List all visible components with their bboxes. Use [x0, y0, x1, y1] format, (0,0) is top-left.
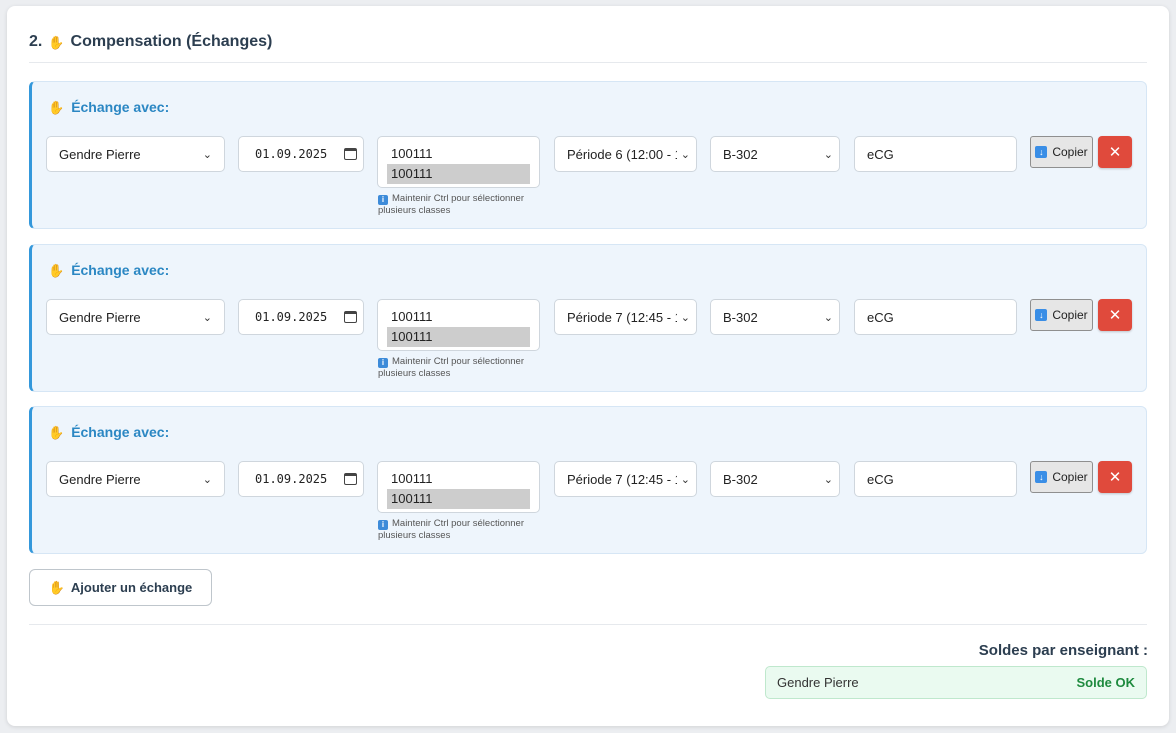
subject-input[interactable]: eCG [854, 461, 1017, 497]
add-exchange-label: Ajouter un échange [70, 580, 193, 595]
room-select[interactable]: B-302 ⌄ [710, 136, 840, 172]
calendar-icon[interactable] [344, 311, 357, 323]
add-exchange-button[interactable]: ✋ Ajouter un échange [29, 569, 212, 606]
class-option[interactable]: 100511 [387, 509, 530, 512]
info-icon: i [378, 358, 388, 368]
subject-input[interactable]: eCG [854, 299, 1017, 335]
copy-label: Copier [1052, 308, 1088, 322]
teacher-select[interactable]: Gendre Pierre ⌄ [46, 299, 225, 335]
period-value: Période 7 (12:45 - 13:30) [567, 471, 677, 487]
subject-input[interactable]: eCG [854, 136, 1017, 172]
exchange-label: Échange avec: [71, 424, 170, 440]
delete-button[interactable]: ✕ [1098, 136, 1132, 168]
class-listbox[interactable]: 100111 100111 [377, 136, 540, 188]
period-select[interactable]: Période 7 (12:45 - 13:30)⌄ [554, 461, 697, 497]
hint-text: Maintenir Ctrl pour sélectionner plusieu… [378, 356, 525, 379]
date-value: 01.09.2025 [255, 310, 328, 324]
chevron-down-icon: ⌄ [202, 311, 212, 324]
exchange-label: Échange avec: [71, 262, 170, 278]
date-input[interactable]: 01.09.2025 [238, 136, 364, 172]
handshake-icon: ✋ [48, 262, 65, 278]
balance-row: Gendre Pierre Solde OK [765, 666, 1147, 699]
period-select[interactable]: Période 6 (12:00 - 12:45)⌄ [554, 136, 697, 172]
copy-button[interactable]: ↓ Copier [1030, 299, 1093, 331]
period-select[interactable]: Période 7 (12:45 - 13:30)⌄ [554, 299, 697, 335]
handshake-icon: ✋ [48, 580, 65, 595]
room-value: B-302 [723, 146, 758, 162]
class-option[interactable]: 100111 [387, 164, 530, 184]
exchange-block: ✋ Échange avec: Gendre Pierre ⌄ 01.09.2025 10… [29, 244, 1147, 392]
multi-select-hint: i Maintenir Ctrl pour sélectionner plusie… [378, 356, 548, 380]
teacher-value: Gendre Pierre [59, 146, 141, 162]
class-listbox[interactable]: 100111 100111 [377, 299, 540, 351]
calendar-icon[interactable] [344, 473, 357, 485]
chevron-down-icon: ⌄ [202, 148, 212, 161]
chevron-down-icon: ⌄ [823, 311, 833, 324]
teacher-select[interactable]: Gendre Pierre ⌄ [46, 136, 225, 172]
period-value: Période 7 (12:45 - 13:30) [567, 309, 677, 325]
chevron-down-icon: ⌄ [823, 473, 833, 486]
copy-label: Copier [1052, 145, 1088, 159]
teacher-select[interactable]: Gendre Pierre ⌄ [46, 461, 225, 497]
exchange-title: ✋ Échange avec: [48, 424, 169, 440]
copy-button[interactable]: ↓ Copier [1030, 461, 1093, 493]
class-option[interactable]: 100111 [387, 144, 530, 164]
teacher-value: Gendre Pierre [59, 471, 141, 487]
copy-label: Copier [1052, 470, 1088, 484]
exchange-block: ✋ Échange avec: Gendre Pierre ⌄ 01.09.2025 10… [29, 406, 1147, 554]
balances-title: Soldes par enseignant : [978, 642, 1148, 659]
subject-value: eCG [867, 471, 894, 487]
download-icon: ↓ [1035, 471, 1048, 483]
download-icon: ↓ [1035, 309, 1048, 321]
room-value: B-302 [723, 309, 758, 325]
info-icon: i [378, 520, 388, 530]
class-option[interactable]: 100111 [387, 489, 530, 509]
chevron-down-icon: ⌄ [680, 473, 690, 486]
balance-teacher: Gendre Pierre [777, 675, 859, 690]
section-number: 2. [29, 33, 43, 50]
teacher-value: Gendre Pierre [59, 309, 141, 325]
multi-select-hint: i Maintenir Ctrl pour sélectionner plusie… [378, 193, 548, 217]
hint-text: Maintenir Ctrl pour sélectionner plusieu… [378, 193, 525, 216]
chevron-down-icon: ⌄ [680, 311, 690, 324]
date-value: 01.09.2025 [255, 147, 328, 161]
room-value: B-302 [723, 471, 758, 487]
bottom-divider [29, 624, 1147, 625]
chevron-down-icon: ⌄ [823, 148, 833, 161]
section-title-text: Compensation (Échanges) [70, 33, 273, 50]
hint-text: Maintenir Ctrl pour sélectionner plusieu… [378, 518, 525, 541]
room-select[interactable]: B-302 ⌄ [710, 461, 840, 497]
handshake-icon: ✋ [48, 99, 65, 115]
download-icon: ↓ [1035, 146, 1048, 158]
balance-status: Solde OK [1076, 675, 1135, 690]
copy-button[interactable]: ↓ Copier [1030, 136, 1093, 168]
class-listbox[interactable]: 100111100111100511 [377, 461, 540, 513]
exchange-label: Échange avec: [71, 99, 170, 115]
handshake-icon: ✋ [48, 34, 65, 50]
class-option[interactable]: 100111 [387, 307, 530, 327]
chevron-down-icon: ⌄ [202, 473, 212, 486]
exchange-title: ✋ Échange avec: [48, 262, 169, 278]
chevron-down-icon: ⌄ [680, 148, 690, 161]
exchange-title: ✋ Échange avec: [48, 99, 169, 115]
delete-button[interactable]: ✕ [1098, 299, 1132, 331]
multi-select-hint: i Maintenir Ctrl pour sélectionner plusie… [378, 518, 548, 542]
delete-button[interactable]: ✕ [1098, 461, 1132, 493]
period-value: Période 6 (12:00 - 12:45) [567, 146, 677, 162]
class-option[interactable]: 100111 [387, 327, 530, 347]
subject-value: eCG [867, 309, 894, 325]
compensation-card: 2. ✋ Compensation (Échanges) ✋ Échange av… [7, 6, 1169, 726]
calendar-icon[interactable] [344, 148, 357, 160]
class-option[interactable]: 100111 [387, 469, 530, 489]
date-input[interactable]: 01.09.2025 [238, 299, 364, 335]
title-divider [29, 62, 1147, 63]
date-input[interactable]: 01.09.2025 [238, 461, 364, 497]
date-value: 01.09.2025 [255, 472, 328, 486]
section-title: 2. ✋ Compensation (Échanges) [29, 33, 272, 51]
handshake-icon: ✋ [48, 424, 65, 440]
room-select[interactable]: B-302 ⌄ [710, 299, 840, 335]
info-icon: i [378, 195, 388, 205]
exchange-block: ✋ Échange avec: Gendre Pierre ⌄ 01.09.2025 10… [29, 81, 1147, 229]
subject-value: eCG [867, 146, 894, 162]
